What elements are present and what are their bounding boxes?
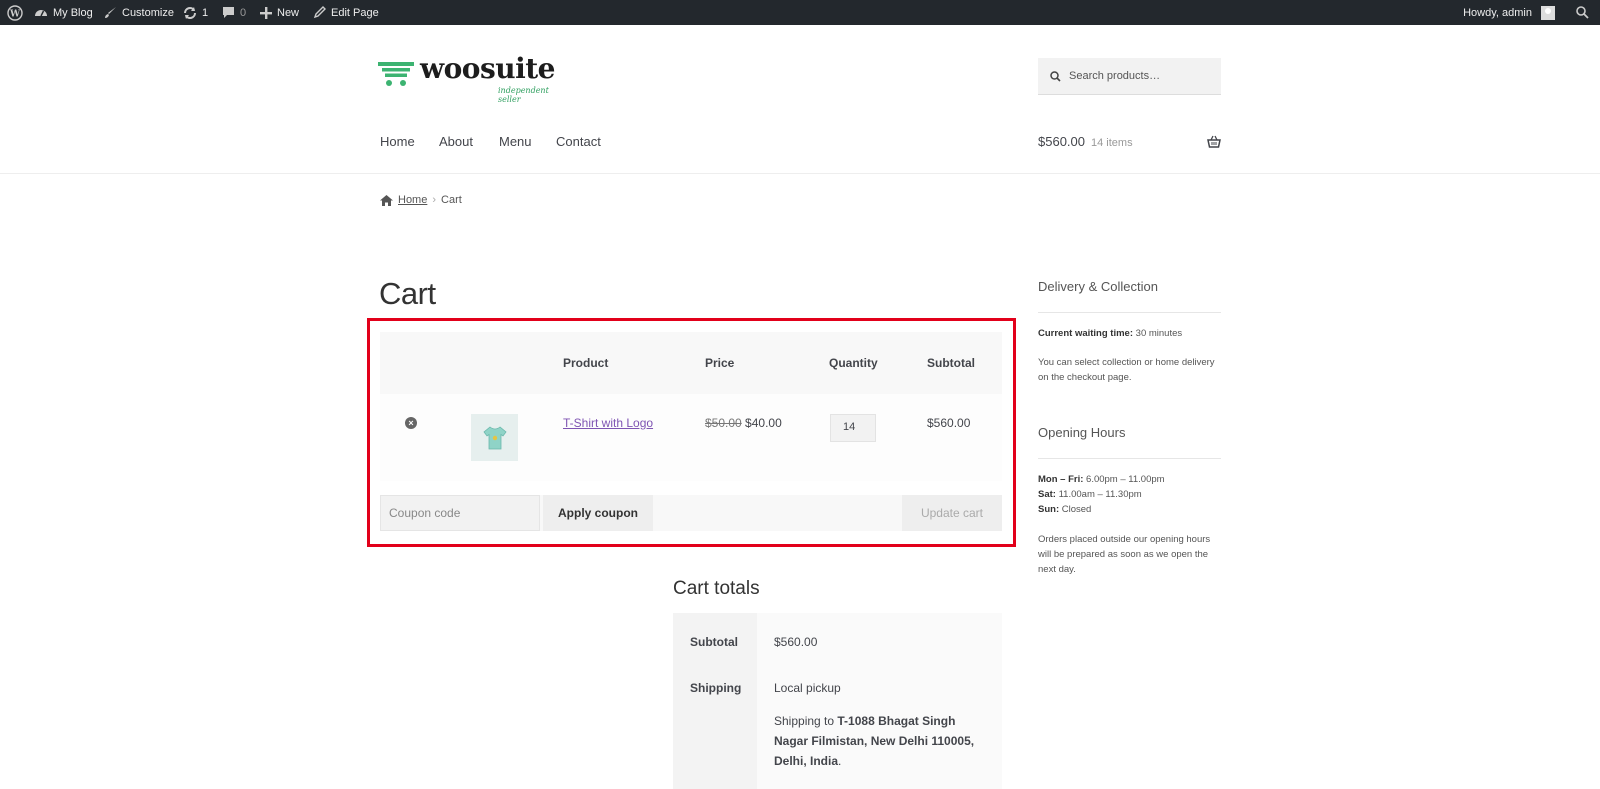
- shipping-suffix: .: [838, 754, 842, 768]
- shipping-label: Shipping: [690, 681, 742, 695]
- subtotal-label: Subtotal: [690, 635, 738, 649]
- nav-item-menu[interactable]: Menu: [499, 134, 532, 149]
- product-search-field[interactable]: Search products…: [1038, 58, 1221, 95]
- waiting-time-label: Current waiting time:: [1038, 328, 1134, 339]
- plus-icon: [260, 6, 272, 19]
- widget-divider: [1038, 312, 1221, 313]
- howdy-label: Howdy, admin: [1463, 6, 1532, 19]
- breadcrumb-current: Cart: [441, 194, 462, 206]
- wordpress-logo-icon[interactable]: W: [7, 0, 23, 25]
- search-icon: [1050, 70, 1061, 82]
- hours-row: Sat: 11.00am – 11.30pm: [1038, 487, 1223, 502]
- header-divider: [0, 173, 1600, 174]
- edit-page-label: Edit Page: [331, 6, 379, 19]
- updates-icon: [184, 6, 196, 19]
- delivery-note: You can select collection or home delive…: [1038, 357, 1215, 383]
- breadcrumb: Home › Cart: [380, 194, 462, 206]
- hours-day: Sat:: [1038, 489, 1056, 500]
- home-icon: [380, 194, 393, 206]
- updates-link[interactable]: 1: [183, 0, 208, 25]
- admin-bar: W My Blog Customize 1 0 New Edit Page Ho…: [0, 0, 1600, 25]
- page-title: Cart: [379, 276, 436, 311]
- breadcrumb-separator: ›: [432, 194, 437, 206]
- hours-time: 11.00am – 11.30pm: [1055, 489, 1142, 500]
- hours-day: Mon – Fri:: [1038, 474, 1084, 485]
- highlight-box: [367, 318, 1016, 547]
- subtotal-value: $560.00: [774, 635, 818, 649]
- cart-totals-title: Cart totals: [673, 578, 760, 599]
- delivery-widget-title: Delivery & Collection: [1038, 279, 1158, 294]
- waiting-time-value: 30 minutes: [1133, 328, 1183, 339]
- cart-logo-icon: [378, 62, 414, 86]
- nav-item-home[interactable]: Home: [380, 134, 415, 149]
- search-placeholder: Search products…: [1069, 70, 1161, 82]
- new-label: New: [277, 6, 300, 19]
- comments-count: 0: [240, 6, 247, 19]
- pencil-icon: [313, 6, 326, 19]
- nav-item-about[interactable]: About: [439, 134, 473, 149]
- logo-wordmark: woosuite: [420, 52, 555, 85]
- header-cart[interactable]: $560.00 14 items: [1038, 134, 1221, 152]
- comment-icon: [223, 7, 234, 18]
- new-link[interactable]: New: [260, 0, 299, 25]
- svg-text:W: W: [9, 9, 21, 19]
- dashboard-icon: [35, 9, 47, 16]
- opening-hours-list: Mon – Fri: 6.00pm – 11.00pm Sat: 11.00am…: [1038, 472, 1223, 517]
- shipping-destination: Shipping to T-1088 Bhagat Singh Nagar Fi…: [774, 711, 989, 771]
- updates-count: 1: [202, 6, 209, 19]
- account-menu[interactable]: Howdy, admin: [1463, 0, 1555, 25]
- hours-row: Sun: Closed: [1038, 502, 1223, 517]
- my-blog-link[interactable]: My Blog: [34, 0, 93, 25]
- logo-tagline: independent seller: [498, 86, 549, 104]
- admin-search-icon[interactable]: [1576, 0, 1589, 25]
- brush-icon: [105, 7, 116, 18]
- comments-link[interactable]: 0: [222, 0, 246, 25]
- header-cart-count: 14 items: [1091, 137, 1133, 149]
- header-cart-total: $560.00: [1038, 134, 1085, 149]
- hours-day: Sun:: [1038, 504, 1060, 515]
- hours-time: 6.00pm – 11.00pm: [1083, 474, 1165, 485]
- hours-widget-title: Opening Hours: [1038, 425, 1126, 440]
- widget-divider: [1038, 458, 1221, 459]
- customize-link[interactable]: Customize: [104, 0, 174, 25]
- hours-time: Closed: [1059, 504, 1092, 515]
- avatar: [1541, 5, 1555, 20]
- breadcrumb-home-link[interactable]: Home: [398, 194, 427, 206]
- basket-icon: [1207, 135, 1221, 148]
- customize-label: Customize: [122, 6, 174, 19]
- waiting-time-text: Current waiting time: 30 minutes: [1038, 326, 1223, 341]
- nav-item-contact[interactable]: Contact: [556, 134, 601, 149]
- shipping-method: Local pickup: [774, 681, 841, 695]
- hours-note: Orders placed outside our opening hours …: [1038, 534, 1211, 575]
- site-logo[interactable]: woosuite independent seller: [378, 52, 568, 104]
- cart-totals-table: Subtotal $560.00 Shipping Local pickup S…: [673, 613, 1002, 789]
- my-blog-label: My Blog: [53, 6, 93, 19]
- edit-page-link[interactable]: Edit Page: [313, 0, 379, 25]
- shipping-prefix: Shipping to: [774, 714, 838, 728]
- hours-row: Mon – Fri: 6.00pm – 11.00pm: [1038, 472, 1223, 487]
